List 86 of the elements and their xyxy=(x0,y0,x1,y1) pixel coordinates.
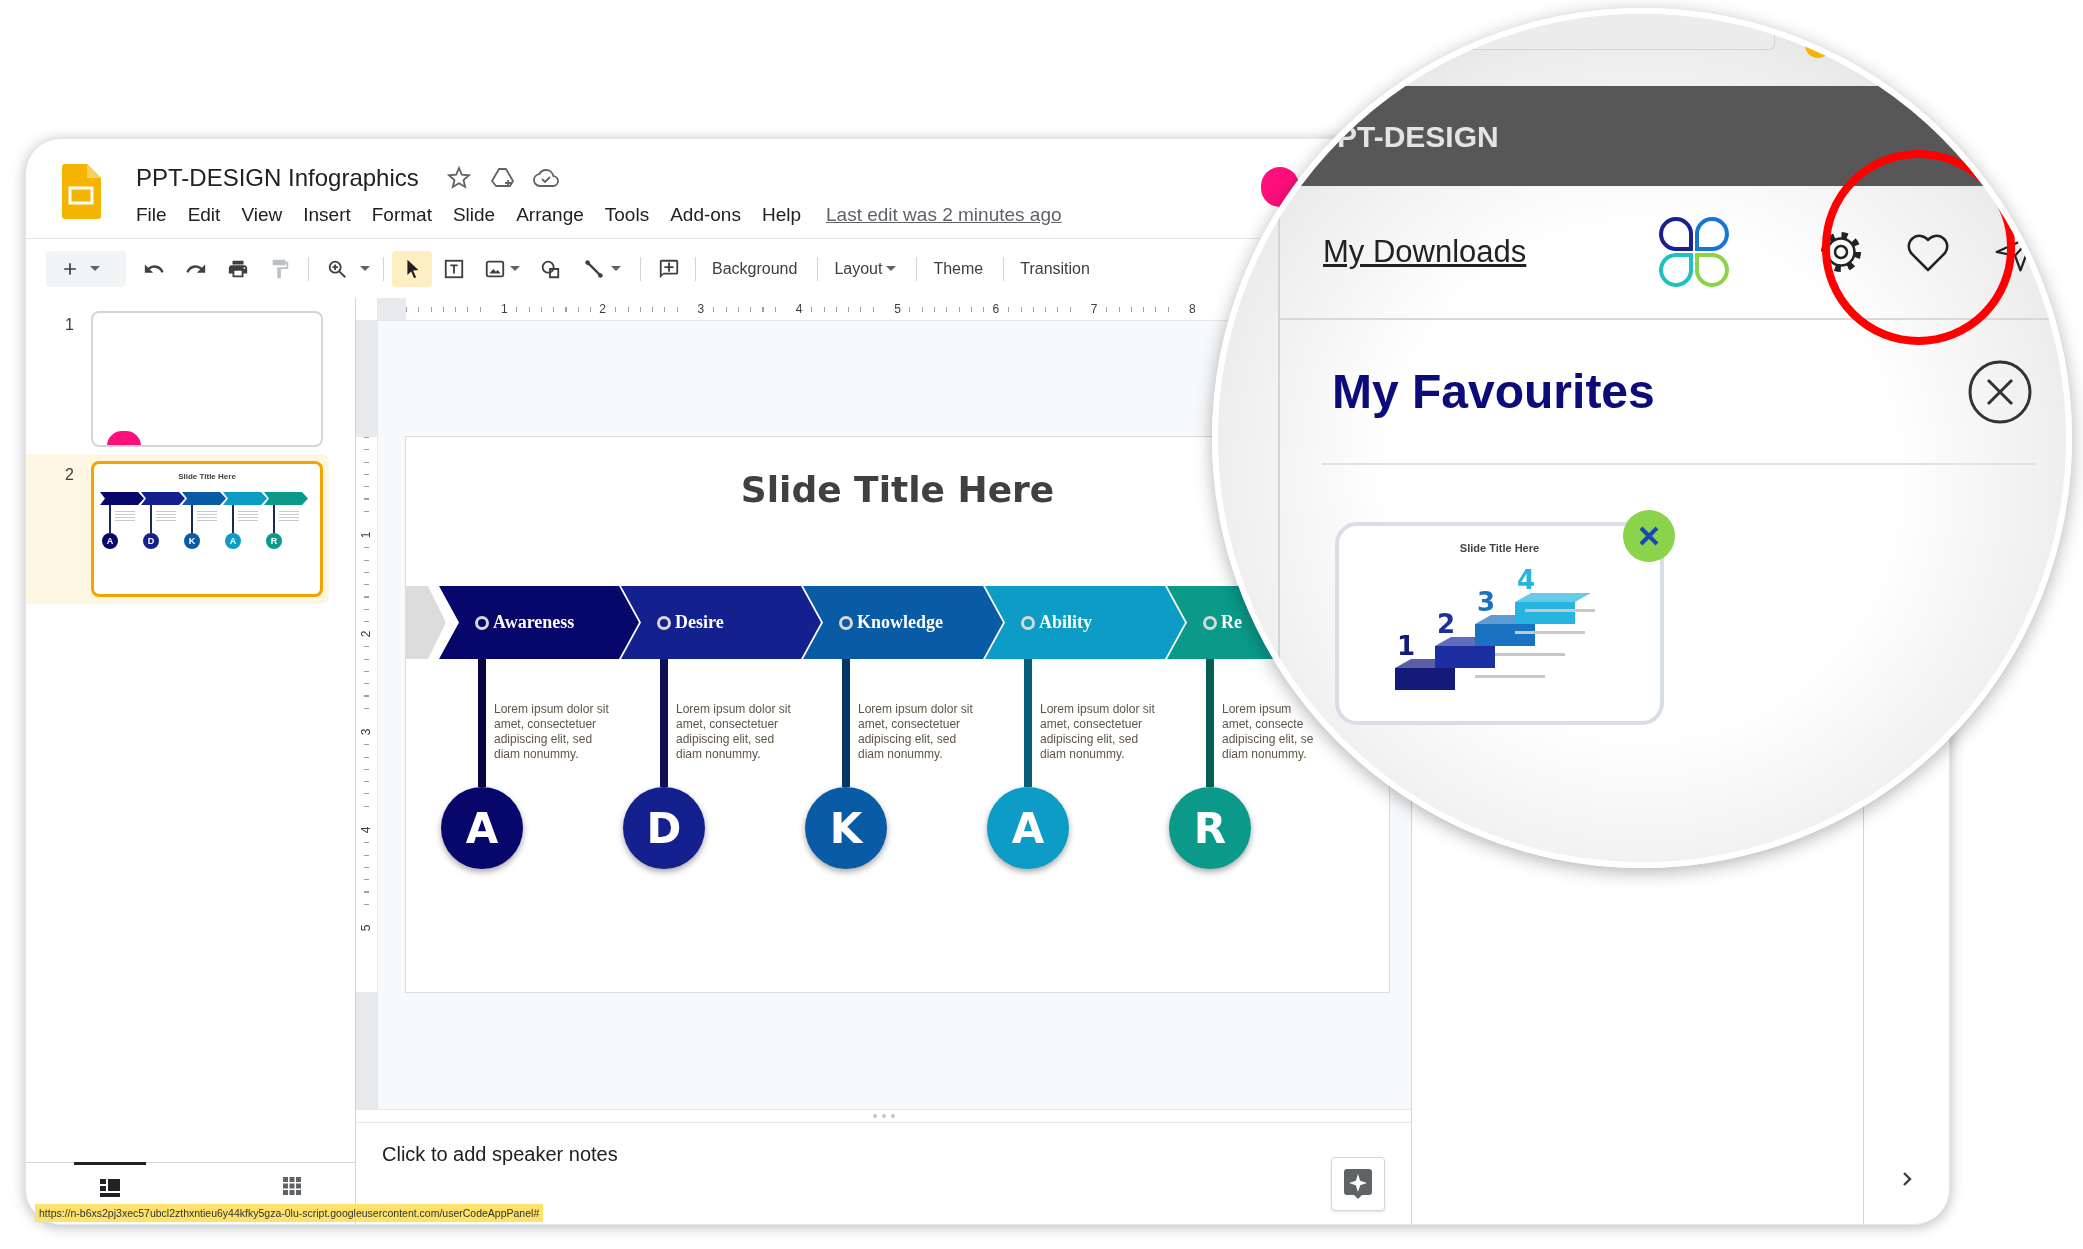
star-icon[interactable] xyxy=(446,166,471,190)
ruler-number: 5 xyxy=(360,925,373,932)
chevron-shape xyxy=(223,492,267,505)
menu-item[interactable]: Insert xyxy=(303,201,351,230)
step-label: Re xyxy=(1221,611,1242,634)
slide-list-item[interactable]: 1 xyxy=(26,304,329,454)
thumbnail-title: Slide Title Here xyxy=(178,472,236,482)
grid-icon xyxy=(283,1177,301,1195)
step-label: Ability xyxy=(1039,611,1092,634)
panel-heading: My Favourites xyxy=(1331,363,1656,420)
favourite-card[interactable]: Slide Title Here 1 2 3 4 xyxy=(1335,522,1664,725)
menu-item[interactable]: File xyxy=(136,201,167,230)
step-description: Lorem ipsum dolor sit amet, consectetuer adipiscing elit, sed diam nonummy. xyxy=(858,702,973,763)
pin-ring xyxy=(839,615,853,630)
caret-icon xyxy=(360,266,370,271)
toolbar-text-button[interactable]: Transition xyxy=(1008,250,1102,287)
step-number: 1 xyxy=(1396,630,1415,661)
chevron-shape xyxy=(264,492,308,505)
pin-ring xyxy=(1203,615,1217,630)
resize-handle[interactable] xyxy=(356,1109,1411,1123)
drag-dots-icon xyxy=(872,1114,895,1118)
toolbar-text-button[interactable]: Theme xyxy=(921,250,996,287)
step-description: Lorem ipsum dolor sit amet, consectetuer adipiscing elit, sed diam nonummy. xyxy=(1040,702,1155,763)
comment-plus-icon xyxy=(658,257,680,280)
stem-line xyxy=(191,505,193,533)
line-icon xyxy=(583,257,605,280)
step-label: Awareness xyxy=(493,611,575,634)
step-description: Lorem ipsum amet, consecte adipiscing elit, se diam nonummy. xyxy=(1222,702,1314,763)
slide-number: 1 xyxy=(64,315,75,335)
ruler-number: 4 xyxy=(360,826,373,834)
slide-thumbnail[interactable] xyxy=(91,311,323,447)
ruler-number: 1 xyxy=(360,531,373,539)
card-title: Slide Title Here xyxy=(1459,541,1540,556)
slide-list-item[interactable]: 2 Slide Title Here A D K A R xyxy=(26,454,329,604)
chevron-shape xyxy=(141,492,185,505)
stem-line xyxy=(109,505,111,533)
my-downloads-link[interactable]: My Downloads xyxy=(1323,233,1527,269)
caret-icon xyxy=(611,266,621,271)
slide-number: 2 xyxy=(64,465,75,485)
menu-item[interactable]: Add-ons xyxy=(670,201,741,230)
step-number: 2 xyxy=(1436,608,1455,639)
step-description: Lorem ipsum dolor sit amet, consectetuer adipiscing elit, sed diam nonummy. xyxy=(676,702,791,763)
menu-item[interactable]: Help xyxy=(761,201,801,230)
list-view-icon xyxy=(100,1179,120,1197)
drive-add-icon[interactable] xyxy=(490,166,515,190)
select-tool-button[interactable] xyxy=(392,250,432,287)
stem-line xyxy=(150,505,152,533)
url-tooltip: https://n-b6xs2pj3xec57ubcl2zthxntieu6y44kfky5gza-0lu-script.googleusercontent.com/userCodeAppPanel# xyxy=(35,1204,544,1222)
caret-icon xyxy=(90,266,100,271)
cloud-check-icon[interactable] xyxy=(532,166,559,190)
document-title[interactable]: PPT-DESIGN Infographics xyxy=(136,160,419,196)
step-number: 3 xyxy=(1476,586,1495,617)
menu-item[interactable]: Tools xyxy=(604,201,650,230)
x-icon xyxy=(1638,525,1660,547)
chevron-shape xyxy=(100,492,144,505)
sparkle-note-icon xyxy=(1344,1169,1372,1199)
last-edit-link[interactable]: Last edit was 2 minutes ago xyxy=(826,201,1062,230)
stem-line xyxy=(273,505,275,533)
toolbar-text-button[interactable]: Background xyxy=(700,250,810,287)
ruler-number: 2 xyxy=(360,630,373,637)
ruler-number: 3 xyxy=(360,728,373,736)
toolbar-text-button[interactable]: Layout xyxy=(822,250,909,287)
chevron-right-icon xyxy=(1901,1171,1912,1187)
text-box-icon xyxy=(443,257,465,280)
new-slide-button[interactable] xyxy=(46,250,126,287)
pin-ring xyxy=(1021,615,1035,630)
menu-item[interactable]: View xyxy=(241,201,283,230)
step-number: 4 xyxy=(1516,564,1535,595)
menu-item[interactable]: Edit xyxy=(187,201,221,230)
step-label: Knowledge xyxy=(857,611,943,634)
pin-ring xyxy=(657,615,671,630)
step-description: Lorem ipsum dolor sit amet, consectetuer adipiscing elit, sed diam nonummy. xyxy=(494,702,609,763)
menu-item[interactable]: Slide xyxy=(452,201,496,230)
slide-title: Slide Title Here xyxy=(740,468,1055,512)
chevron-shape xyxy=(182,492,226,505)
caret-icon xyxy=(510,266,520,271)
pin-ring xyxy=(475,615,489,630)
stem-line xyxy=(232,505,234,533)
slide-thumbnail[interactable]: Slide Title Here A D K A R xyxy=(91,461,323,597)
menu-item[interactable]: Format xyxy=(371,201,432,230)
close-icon[interactable] xyxy=(1967,358,2033,425)
remove-favourite-button[interactable] xyxy=(1623,510,1675,562)
speaker-notes-button[interactable] xyxy=(1331,1157,1385,1211)
menu-item[interactable]: Arrange xyxy=(516,201,584,230)
caret-icon xyxy=(886,266,897,271)
step-label: Desire xyxy=(675,611,724,634)
